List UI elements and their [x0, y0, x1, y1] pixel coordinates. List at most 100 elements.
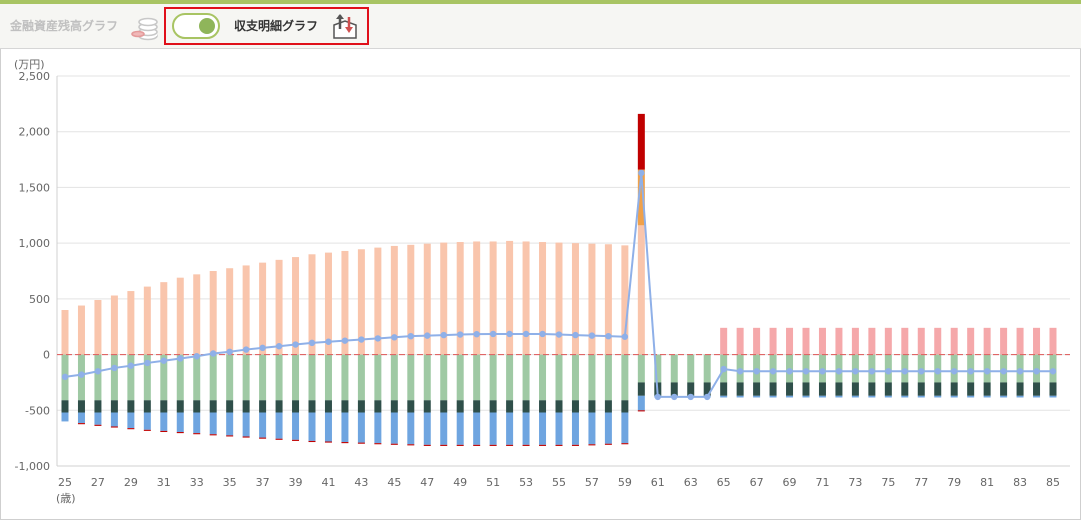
- x-tick-label: 55: [552, 476, 566, 489]
- bar-living_cost-47: [423, 354, 431, 401]
- bar-housing-82: [1000, 382, 1008, 396]
- balance-point-65: [720, 365, 727, 373]
- balance-point-49: [457, 331, 464, 338]
- bar-pension-80: [967, 327, 975, 355]
- bar-housing-57: [588, 400, 596, 413]
- balance-point-74: [868, 368, 876, 375]
- bar-other_cost-36: [242, 412, 250, 437]
- x-tick-label: 73: [848, 476, 862, 489]
- bar-housing-42: [341, 400, 349, 413]
- bar-small_cost-40: [308, 440, 316, 443]
- bar-other_cost-83: [1016, 395, 1024, 398]
- bar-other_cost-71: [818, 395, 826, 398]
- bar-living_cost-57: [588, 354, 596, 401]
- bar-income-53: [522, 241, 530, 355]
- balance-point-41: [325, 338, 332, 345]
- x-tick-label: 67: [750, 476, 764, 489]
- balance-point-72: [835, 368, 843, 375]
- x-tick-label: 49: [453, 476, 467, 489]
- balance-point-62: [671, 393, 678, 401]
- bar-housing-34: [209, 400, 217, 413]
- bar-housing-67: [753, 382, 761, 396]
- y-tick-label: 2,000: [19, 126, 51, 139]
- bar-other_cost-47: [423, 412, 431, 445]
- balance-point-79: [951, 368, 958, 375]
- bar-small_cost-57: [588, 444, 596, 446]
- bar-housing-80: [967, 382, 975, 396]
- bar-pension-66: [736, 327, 744, 355]
- balance-point-56: [572, 331, 579, 339]
- bar-housing-74: [868, 382, 876, 396]
- bar-small_cost-34: [209, 434, 217, 436]
- bar-housing-52: [506, 400, 514, 413]
- bar-small_cost-42: [341, 442, 349, 444]
- balance-point-68: [769, 368, 777, 375]
- graph-toggle-switch[interactable]: [172, 13, 220, 39]
- bar-small_cost-38: [275, 438, 283, 440]
- bar-living_cost-33: [193, 354, 201, 401]
- bar-small_cost-53: [522, 444, 530, 446]
- bar-pension-85: [1049, 327, 1057, 355]
- x-tick-label: 39: [289, 476, 303, 489]
- bar-other_cost-82: [1000, 395, 1008, 398]
- bar-housing-75: [884, 382, 892, 396]
- bar-living_cost-40: [308, 354, 316, 401]
- bar-other_cost-37: [259, 412, 267, 438]
- bar-other_cost-57: [588, 412, 596, 445]
- bar-income-40: [308, 254, 316, 355]
- bar-other_cost-80: [967, 395, 975, 398]
- bar-housing-54: [539, 400, 547, 413]
- balance-point-30: [144, 359, 151, 367]
- bar-other_cost-45: [390, 412, 398, 444]
- bar-housing-79: [950, 382, 958, 396]
- bar-living_cost-43: [357, 354, 365, 401]
- bar-living_cost-48: [440, 354, 448, 401]
- bar-income-28: [110, 295, 118, 355]
- balance-point-70: [802, 368, 810, 375]
- bar-living_cost-55: [555, 354, 563, 401]
- bar-small_cost-28: [110, 426, 118, 428]
- bar-living_cost-58: [604, 354, 612, 401]
- bar-income-30: [143, 286, 151, 355]
- bar-living_cost-53: [522, 354, 530, 401]
- bar-income-60: [637, 225, 645, 355]
- bar-other_cost-41: [324, 412, 332, 442]
- balance-point-26: [78, 371, 85, 378]
- y-tick-label: 0: [43, 349, 50, 362]
- tab-balance-graph[interactable]: 金融資産残高グラフ: [10, 17, 118, 34]
- bar-living_cost-39: [292, 354, 300, 401]
- bar-living_cost-44: [374, 354, 382, 401]
- balance-point-53: [522, 330, 530, 338]
- bar-small_cost-33: [193, 433, 201, 435]
- y-tick-label: 500: [29, 293, 50, 306]
- balance-point-48: [440, 331, 447, 339]
- bar-income-52: [506, 240, 514, 355]
- balance-point-25: [61, 373, 69, 381]
- bar-pension-72: [835, 327, 843, 355]
- bar-housing-76: [901, 382, 909, 396]
- bar-housing-66: [736, 382, 744, 396]
- bar-income-25: [61, 310, 69, 355]
- balance-point-84: [1033, 368, 1040, 375]
- bar-living_cost-56: [571, 354, 579, 401]
- bar-small_cost-32: [176, 432, 184, 434]
- bar-housing-38: [275, 400, 283, 413]
- bar-other_cost-70: [802, 395, 810, 398]
- bar-other_cost-76: [901, 395, 909, 398]
- bar-housing-56: [571, 400, 579, 413]
- bar-other_cost-27: [94, 412, 102, 425]
- x-axis-ticks: 25 27 29 31 33 35 37 39 41 43 45 47 49 51 53 55 57 59 61 63…: [58, 476, 1060, 489]
- balance-point-31: [160, 357, 167, 364]
- bar-housing-45: [390, 400, 398, 413]
- bar-housing-25: [61, 400, 69, 413]
- tab-income-expense-graph[interactable]: 収支明細グラフ: [234, 17, 318, 34]
- bar-small_cost-48: [440, 444, 448, 446]
- bar-pension-67: [753, 327, 761, 355]
- bar-small_cost-30: [143, 429, 151, 431]
- balance-point-82: [1000, 368, 1007, 375]
- bar-income-27: [94, 299, 102, 355]
- bar-housing-83: [1016, 382, 1024, 396]
- bar-small_cost-50: [473, 444, 481, 446]
- bar-pension-83: [1016, 327, 1024, 355]
- bar-housing-55: [555, 400, 563, 413]
